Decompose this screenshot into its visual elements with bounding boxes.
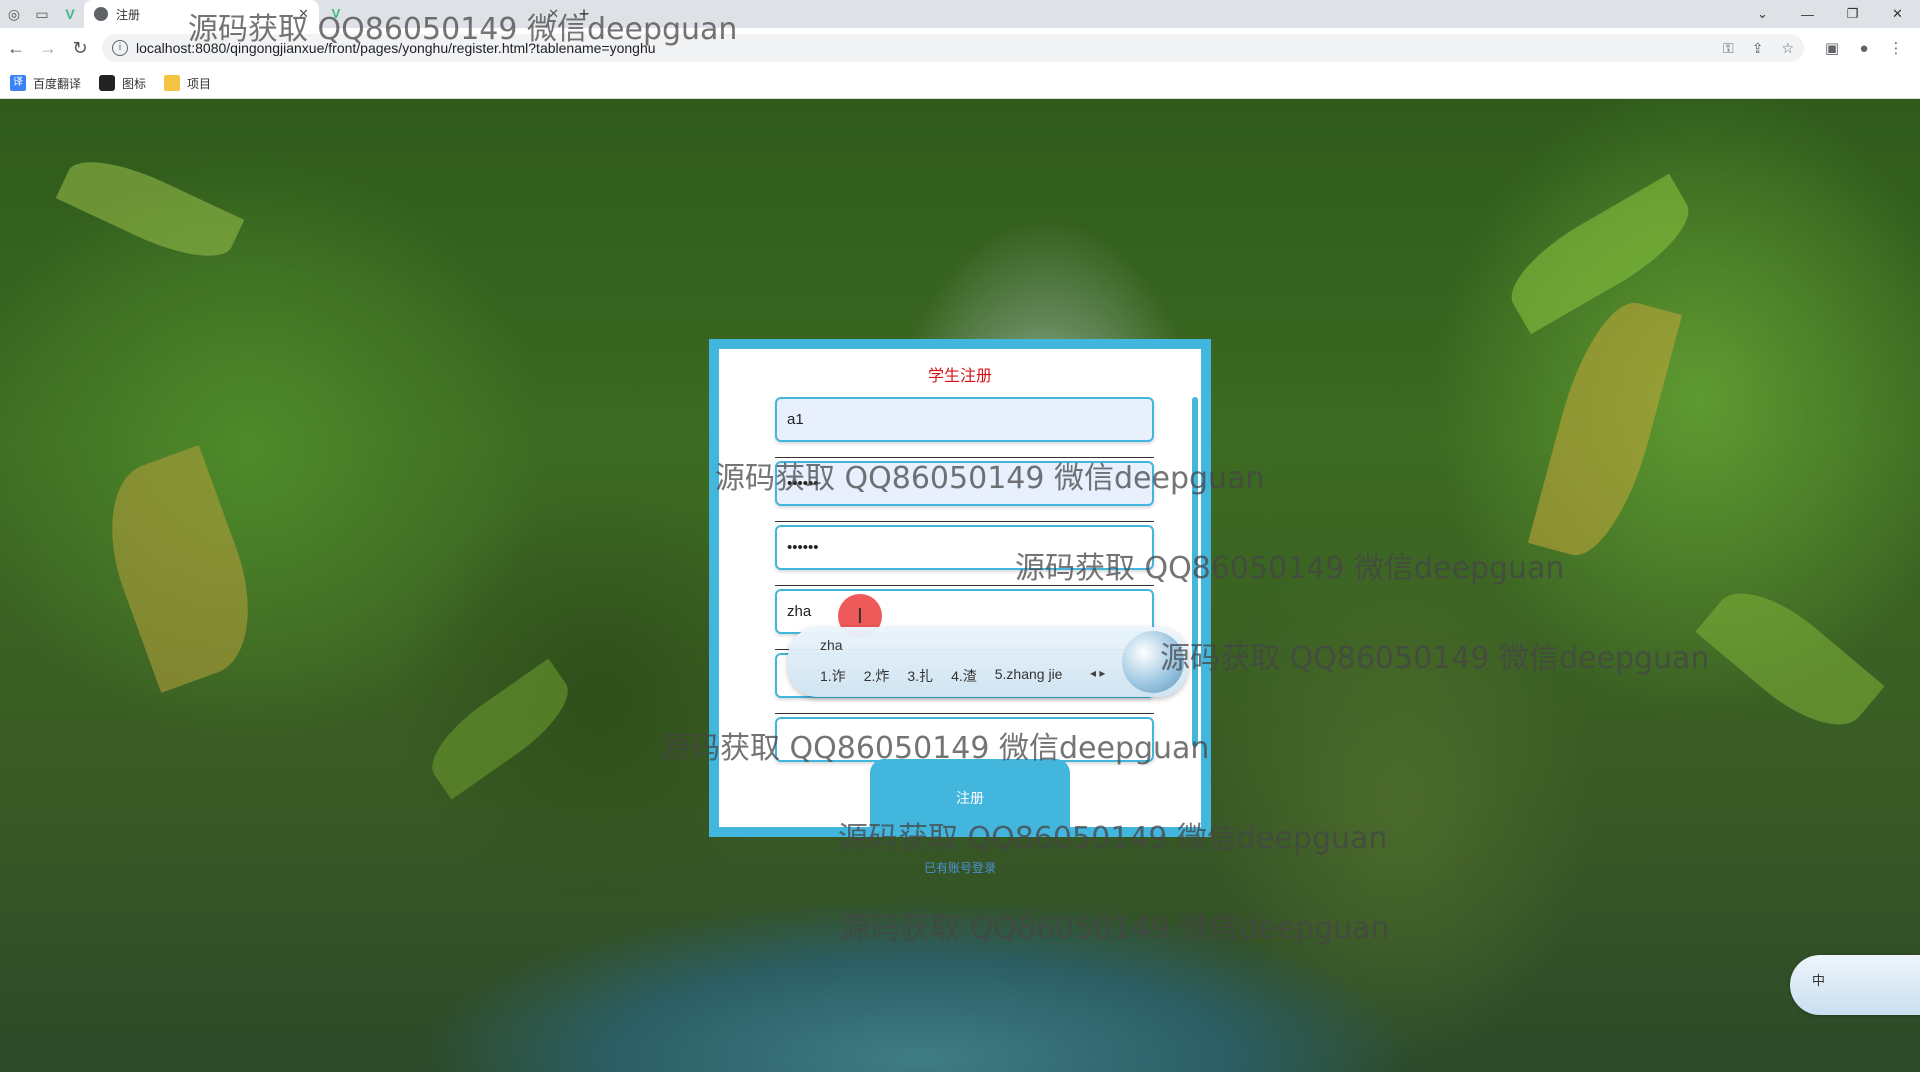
tab-register[interactable]: 注册 ✕ (84, 0, 319, 28)
ime-mode-label: 中 (1812, 973, 1826, 988)
ime-candidate[interactable]: 3.扎 (907, 666, 933, 686)
ime-status-bar[interactable]: 中 (1790, 955, 1920, 1015)
url-text: localhost:8080/qingongjianxue/front/page… (136, 40, 656, 56)
divider (775, 713, 1154, 714)
ime-candidate[interactable]: 1.诈 (820, 666, 846, 686)
register-card: 学生注册 a1 •••••• •••••• zha 注册 (709, 339, 1211, 837)
ime-candidate[interactable]: 5.zhang jie (995, 666, 1063, 686)
vue-icon: V (331, 6, 341, 21)
pinned-tab-vue[interactable]: V (56, 0, 84, 28)
bookmark-icons[interactable]: 图标 (99, 75, 146, 92)
username-input[interactable]: a1 (775, 397, 1154, 442)
divider (775, 457, 1154, 458)
forward-button[interactable]: → (32, 32, 64, 64)
foliage (417, 658, 583, 800)
foliage (55, 143, 245, 275)
close-icon[interactable]: ✕ (298, 6, 309, 22)
restore-button[interactable]: ❐ (1830, 0, 1875, 28)
form-title: 学生注册 (927, 368, 992, 385)
back-button[interactable]: ← (0, 32, 32, 64)
foliage (1695, 570, 1885, 748)
register-button[interactable]: 注册 (870, 759, 1070, 837)
url-input[interactable]: i localhost:8080/qingongjianxue/front/pa… (102, 34, 1804, 62)
folder-icon (164, 75, 181, 91)
side-panel-icon[interactable]: ▣ (1816, 39, 1848, 57)
tab-search-icon[interactable]: ◎ (0, 0, 28, 28)
divider (775, 585, 1154, 586)
foliage (1527, 291, 1683, 567)
ime-candidate[interactable]: 2.炸 (864, 666, 890, 686)
tab-admin[interactable]: V ✕ (319, 0, 569, 28)
menu-icon[interactable]: ⋮ (1880, 39, 1912, 57)
bookmark-translate[interactable]: 译 百度翻译 (10, 75, 81, 92)
ime-candidates: 1.诈 2.炸 3.扎 4.渣 5.zhang jie (820, 666, 1062, 686)
bookmark-projects[interactable]: 项目 (164, 75, 211, 92)
toolbar-icons: ▣ ● ⋮ (1816, 39, 1912, 58)
close-window-button[interactable]: ✕ (1875, 0, 1920, 28)
bookmark-star-icon[interactable]: ☆ (1781, 40, 1794, 57)
ime-candidate-window: zha 1.诈 2.炸 3.扎 4.渣 5.zhang jie ◂ ▸ (788, 627, 1188, 697)
pinned-tab[interactable]: ▭ (28, 0, 56, 28)
confirm-password-input[interactable]: •••••• (775, 525, 1154, 570)
globe-icon (94, 7, 108, 21)
foliage (1495, 173, 1705, 335)
ime-skin-icon (1122, 631, 1184, 693)
address-bar: ← → ↻ i localhost:8080/qingongjianxue/fr… (0, 28, 1920, 69)
profile-icon[interactable]: ● (1848, 40, 1880, 57)
new-tab-button[interactable]: + (569, 0, 599, 28)
ime-candidate[interactable]: 4.渣 (951, 666, 977, 686)
reload-button[interactable]: ↻ (64, 32, 96, 64)
bookmark-label: 项目 (187, 76, 212, 91)
bookmark-label: 百度翻译 (33, 76, 82, 91)
translate-icon: 译 (10, 75, 26, 91)
bookmarks-bar: 译 百度翻译 图标 项目 (0, 68, 1920, 99)
password-input[interactable]: •••••• (775, 461, 1154, 506)
bookmark-label: 图标 (122, 76, 147, 91)
share-icon[interactable]: ⇪ (1752, 40, 1764, 57)
close-icon[interactable]: ✕ (548, 6, 559, 22)
form-scrollbar[interactable] (1192, 397, 1198, 747)
login-link[interactable]: 已有账号登录 (0, 859, 1920, 876)
ime-page-arrows-icon[interactable]: ◂ ▸ (1090, 666, 1105, 680)
image-icon (99, 75, 116, 91)
tab-label: 注册 (116, 7, 141, 22)
divider (775, 521, 1154, 522)
tab-list-icon[interactable]: ⌄ (1740, 0, 1785, 28)
phone-input[interactable] (775, 717, 1154, 762)
text-cursor-icon: I (857, 604, 863, 628)
foliage (85, 445, 275, 693)
tab-strip: ◎ ▭ V 注册 ✕ V ✕ + ⌄ — ❐ ✕ (0, 0, 1920, 28)
register-form: 学生注册 a1 •••••• •••••• zha 注册 (719, 349, 1201, 837)
site-info-icon[interactable]: i (112, 40, 128, 56)
window-controls: ⌄ — ❐ ✕ (1740, 0, 1920, 28)
ime-composition: zha (820, 637, 843, 653)
minimize-button[interactable]: — (1785, 0, 1830, 28)
key-icon[interactable]: ⚿ (1723, 40, 1734, 57)
